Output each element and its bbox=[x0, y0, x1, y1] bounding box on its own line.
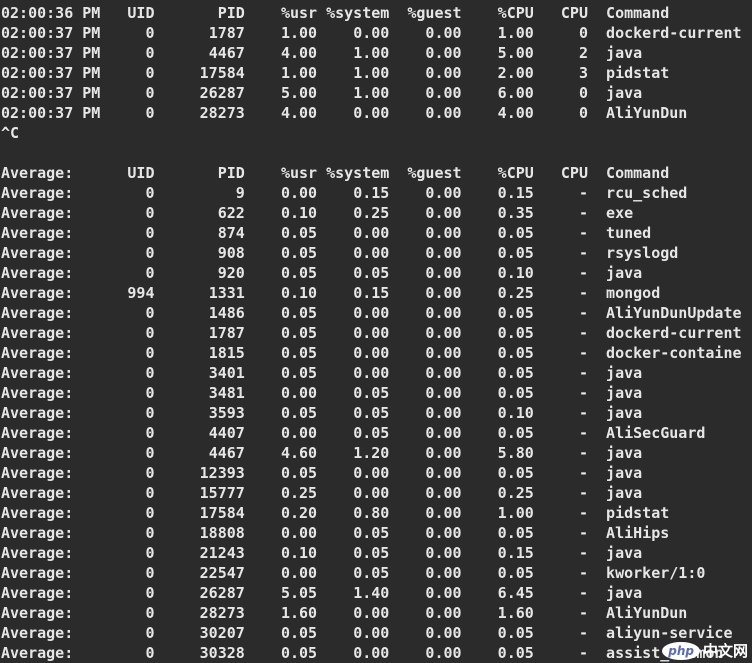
cell-command: Command bbox=[606, 4, 670, 22]
cell-command: AliYunDunUpdate bbox=[606, 304, 742, 322]
cell-cpu: - bbox=[578, 324, 588, 342]
cell-command: java bbox=[606, 584, 643, 602]
cell-command: java bbox=[606, 544, 643, 562]
average-row: Average: 0 920 0.05 0.05 0.00 0.10- java bbox=[1, 263, 752, 283]
cell-cpu: - bbox=[578, 604, 588, 622]
cell-cpu: - bbox=[578, 524, 588, 542]
table-row: 02:00:37 PM 0 28273 4.00 0.00 0.00 4.00 0 AliYun… bbox=[1, 103, 752, 123]
cell-cpu: - bbox=[578, 624, 588, 642]
watermark-text: 中文网 bbox=[702, 642, 748, 660]
average-row: Average: 0 3593 0.05 0.05 0.00 0.10- java bbox=[1, 403, 752, 423]
average-row: Average: 0 12393 0.05 0.00 0.00 0.05- java bbox=[1, 463, 752, 483]
cell-cpu: CPU bbox=[560, 164, 588, 182]
average-row: Average: 0 22547 0.00 0.05 0.00 0.05- kworker/1… bbox=[1, 563, 752, 583]
cell-command: java bbox=[606, 364, 643, 382]
cell-cpu: - bbox=[578, 284, 588, 302]
average-row: Average: 0 17584 0.20 0.80 0.00 1.00- pidstat bbox=[1, 503, 752, 523]
cell-command: mongod bbox=[606, 284, 661, 302]
average-row: Average: 994 1331 0.10 0.15 0.00 0.25- mongod bbox=[1, 283, 752, 303]
cell-command: exe bbox=[606, 204, 634, 222]
cell-cpu: - bbox=[578, 544, 588, 562]
cell-command: pidstat bbox=[606, 64, 670, 82]
cell-cpu: 0 bbox=[578, 24, 588, 42]
cell-command: java bbox=[606, 484, 643, 502]
average-row: Average: 0 3481 0.00 0.05 0.00 0.05- java bbox=[1, 383, 752, 403]
average-row: Average: 0 26287 5.05 1.40 0.00 6.45- java bbox=[1, 583, 752, 603]
cell-cpu: - bbox=[578, 444, 588, 462]
cell-command: Command bbox=[606, 164, 670, 182]
cell-command: java bbox=[606, 44, 643, 62]
average-row: Average: 0 1787 0.05 0.00 0.00 0.05- dockerd-cu… bbox=[1, 323, 752, 343]
average-row: Average: 0 622 0.10 0.25 0.00 0.35- exe bbox=[1, 203, 752, 223]
average-row: Average: 0 21243 0.10 0.05 0.00 0.15- java bbox=[1, 543, 752, 563]
average-row: Average: 0 4407 0.00 0.05 0.00 0.05- AliSecGuar… bbox=[1, 423, 752, 443]
cell-command: AliHips bbox=[606, 524, 670, 542]
average-row: Average: 0 1815 0.05 0.00 0.00 0.05- docker-con… bbox=[1, 343, 752, 363]
cell-cpu: - bbox=[578, 504, 588, 522]
average-row: Average: 0 18808 0.00 0.05 0.00 0.05- AliHips bbox=[1, 523, 752, 543]
average-header-row: Average: UID PID %usr %system %guest %CPU CPU Co… bbox=[1, 163, 752, 183]
cell-command: java bbox=[606, 404, 643, 422]
table-row: 02:00:37 PM 0 17584 1.00 1.00 0.00 2.00 3 pidsta… bbox=[1, 63, 752, 83]
cell-cpu: - bbox=[578, 484, 588, 502]
header-row: 02:00:36 PM UID PID %usr %system %guest %CPU CP… bbox=[1, 3, 752, 23]
cell-command: java bbox=[606, 384, 643, 402]
cell-cpu: 0 bbox=[578, 104, 588, 122]
cell-command: pidstat bbox=[606, 504, 670, 522]
cell-command: rcu_sched bbox=[606, 184, 688, 202]
cell-cpu: - bbox=[578, 564, 588, 582]
average-row: Average: 0 1486 0.05 0.00 0.00 0.05- AliYunDunU… bbox=[1, 303, 752, 323]
average-row: Average: 0 4467 4.60 1.20 0.00 5.80- java bbox=[1, 443, 752, 463]
cell-command: docker-containe bbox=[606, 344, 742, 362]
cell-cpu: - bbox=[578, 344, 588, 362]
terminal-output: 02:00:36 PM UID PID %usr %system %guest %CPU CP… bbox=[1, 3, 752, 663]
cell-cpu: - bbox=[578, 244, 588, 262]
php-logo: php bbox=[662, 641, 700, 660]
cell-cpu: - bbox=[578, 644, 588, 662]
cell-command: tuned bbox=[606, 224, 652, 242]
average-row: Average: 0 874 0.05 0.00 0.00 0.05- tuned bbox=[1, 223, 752, 243]
cell-command: dockerd-current bbox=[606, 24, 742, 42]
cell-cpu: - bbox=[578, 224, 588, 242]
average-row: Average:0303280.050.000.000.05-assist_da… bbox=[1, 643, 752, 663]
table-row: 02:00:37 PM 0 1787 1.00 0.00 0.00 1.00 0 dockerd… bbox=[1, 23, 752, 43]
interrupt-line: ^C bbox=[1, 124, 20, 142]
cell-cpu: - bbox=[578, 204, 588, 222]
cell-cpu: - bbox=[578, 264, 588, 282]
watermark: php 中文网 bbox=[662, 640, 748, 661]
cell-cpu: - bbox=[578, 384, 588, 402]
cell-cpu: 0 bbox=[578, 84, 588, 102]
cell-command: kworker/1:0 bbox=[606, 564, 706, 582]
cell-command: java bbox=[606, 464, 643, 482]
table-row: 02:00:37 PM 0 4467 4.00 1.00 0.00 5.00 2 java bbox=[1, 43, 752, 63]
cell-command: dockerd-current bbox=[606, 324, 742, 342]
average-row: Average: 0 3401 0.05 0.00 0.00 0.05- java bbox=[1, 363, 752, 383]
average-row: Average: 0 30207 0.05 0.00 0.00 0.05- aliyun-se… bbox=[1, 623, 752, 643]
cell-command: AliYunDun bbox=[606, 104, 688, 122]
cell-command: java bbox=[606, 444, 643, 462]
average-row: Average: 0 28273 1.60 0.00 0.00 1.60- AliYunDun bbox=[1, 603, 752, 623]
cell-command: rsyslogd bbox=[606, 244, 679, 262]
average-row: Average: 0 15777 0.25 0.00 0.00 0.25- java bbox=[1, 483, 752, 503]
cell-cpu: - bbox=[578, 364, 588, 382]
cell-cpu: - bbox=[578, 424, 588, 442]
cell-cpu: 2 bbox=[578, 44, 588, 62]
cell-cpu: - bbox=[578, 464, 588, 482]
average-row: Average: 0 9 0.00 0.15 0.00 0.15- rcu_sched bbox=[1, 183, 752, 203]
average-row: Average: 0 908 0.05 0.00 0.00 0.05- rsyslogd bbox=[1, 243, 752, 263]
cell-cpu: - bbox=[578, 304, 588, 322]
cell-command: AliSecGuard bbox=[606, 424, 706, 442]
cell-command: java bbox=[606, 84, 643, 102]
table-row: 02:00:37 PM 0 26287 5.00 1.00 0.00 6.00 0 java bbox=[1, 83, 752, 103]
cell-cpu: 3 bbox=[578, 64, 588, 82]
cell-command: AliYunDun bbox=[606, 604, 688, 622]
cell-command: java bbox=[606, 264, 643, 282]
cell-cpu: - bbox=[578, 584, 588, 602]
cell-cpu: CPU bbox=[560, 4, 588, 22]
cell-cpu: - bbox=[578, 404, 588, 422]
cell-cpu: - bbox=[578, 184, 588, 202]
